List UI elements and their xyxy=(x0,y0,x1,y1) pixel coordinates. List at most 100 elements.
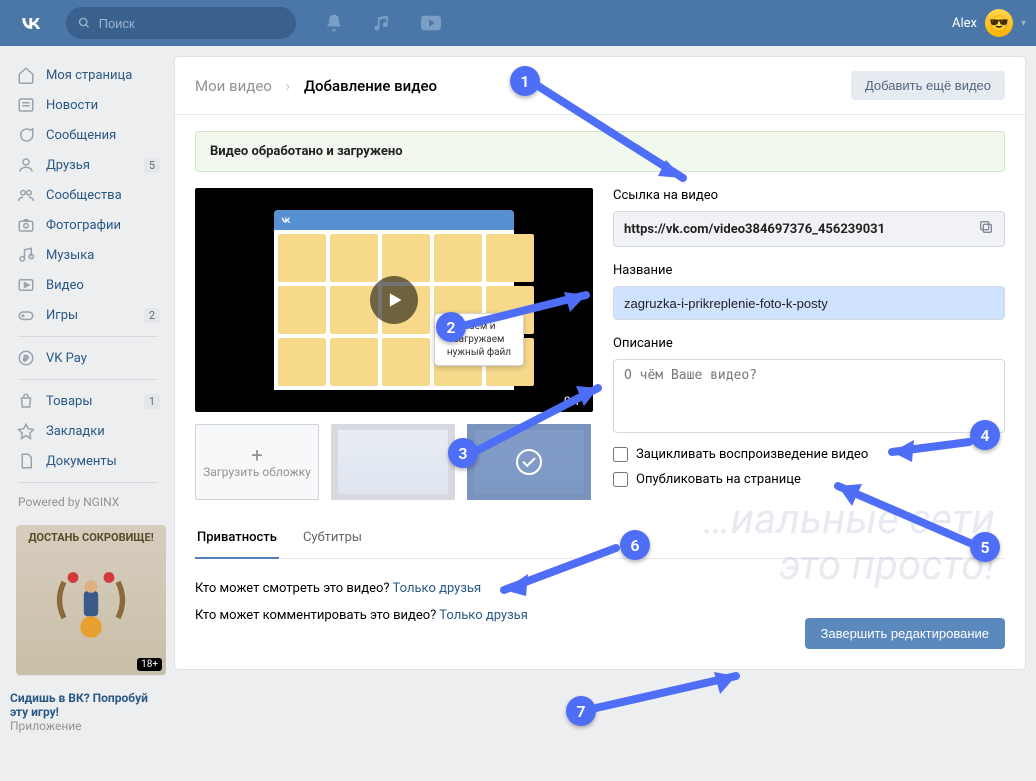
field-label-desc: Описание xyxy=(613,336,1005,351)
sidebar-item-docs[interactable]: Документы xyxy=(8,446,168,476)
description-input[interactable] xyxy=(613,359,1005,433)
breadcrumb-root[interactable]: Мои видео xyxy=(195,77,272,95)
sidebar-item-vkpay[interactable]: ₽ VK Pay xyxy=(8,343,168,373)
powered-by: Powered by NGINX xyxy=(8,489,168,515)
sidebar-item-label: Видео xyxy=(46,278,84,293)
vk-logo[interactable] xyxy=(18,10,44,36)
play-icon[interactable] xyxy=(370,276,418,324)
panel: Мои видео › Добавление видео Добавить ещ… xyxy=(174,56,1026,670)
search-box[interactable] xyxy=(66,7,296,39)
publish-checkbox[interactable] xyxy=(613,472,628,487)
sidebar-item-label: Фотографии xyxy=(46,218,121,233)
form-fields: Ссылка на видео https://vk.com/video3846… xyxy=(613,188,1005,500)
main: Мои видео › Добавление видео Добавить ещ… xyxy=(168,46,1036,741)
form-area: …аем и загружаем нужный файл 0:11 + Загр… xyxy=(175,172,1025,500)
copy-icon[interactable] xyxy=(978,219,994,239)
sidebar-item-bookmarks[interactable]: Закладки xyxy=(8,416,168,446)
upload-thumb-label: Загрузить обложку xyxy=(203,465,311,479)
pay-icon: ₽ xyxy=(16,348,36,368)
sidebar: Моя страница Новости Сообщения Друзья5 С… xyxy=(0,46,168,741)
avatar: 😎 xyxy=(985,9,1013,37)
sidebar-item-friends[interactable]: Друзья5 xyxy=(8,150,168,180)
sidebar-item-videos[interactable]: Видео xyxy=(8,270,168,300)
sidebar-item-messages[interactable]: Сообщения xyxy=(8,120,168,150)
thumbnail-option-selected[interactable] xyxy=(467,424,591,500)
ad-subtitle: Приложение xyxy=(8,719,168,741)
sidebar-separator xyxy=(18,482,158,483)
video-preview-column: …аем и загружаем нужный файл 0:11 + Загр… xyxy=(195,188,593,500)
add-more-video-button[interactable]: Добавить ещё видео xyxy=(851,71,1005,100)
sidebar-badge: 5 xyxy=(144,158,160,173)
title-input[interactable] xyxy=(613,286,1005,320)
ad-banner-title: ДОСТАНЬ СОКРОВИЩЕ! xyxy=(16,531,166,544)
privacy-row-view: Кто может смотреть это видео? Только дру… xyxy=(195,575,1005,602)
sidebar-item-games[interactable]: Игры 2 xyxy=(8,300,168,330)
header-user[interactable]: Alex 😎 ▾ xyxy=(952,9,1026,37)
sidebar-item-market[interactable]: Товары1 xyxy=(8,386,168,416)
sidebar-item-label: Закладки xyxy=(46,424,105,439)
tab-subtitles[interactable]: Субтитры xyxy=(301,530,364,558)
privacy-view-value[interactable]: Только друзья xyxy=(393,581,482,596)
bell-icon[interactable] xyxy=(324,13,344,33)
breadcrumb: Мои видео › Добавление видео xyxy=(195,77,437,95)
privacy-comment-question: Кто может комментировать это видео? xyxy=(195,608,439,623)
panel-header: Мои видео › Добавление видео Добавить ещ… xyxy=(175,57,1025,115)
search-input[interactable] xyxy=(99,16,284,31)
sidebar-badge: 2 xyxy=(144,308,160,323)
sidebar-item-profile[interactable]: Моя страница xyxy=(8,60,168,90)
sidebar-item-label: Сообщества xyxy=(46,188,122,203)
search-icon xyxy=(78,16,91,30)
tab-privacy[interactable]: Приватность xyxy=(195,530,279,559)
svg-text:₽: ₽ xyxy=(24,354,29,363)
chevron-down-icon: ▾ xyxy=(1021,18,1026,29)
sidebar-item-groups[interactable]: Сообщества xyxy=(8,180,168,210)
sidebar-badge: 1 xyxy=(144,394,160,409)
home-icon xyxy=(16,65,36,85)
music-side-icon xyxy=(16,245,36,265)
sidebar-item-label: Документы xyxy=(46,454,117,469)
bag-icon xyxy=(16,391,36,411)
sidebar-item-label: Игры xyxy=(46,308,78,323)
sidebar-separator xyxy=(18,379,158,380)
header: Alex 😎 ▾ xyxy=(0,0,1036,46)
video-tooltip: …аем и загружаем нужный файл xyxy=(434,313,524,366)
video-duration: 0:11 xyxy=(564,394,587,408)
privacy-comment-value[interactable]: Только друзья xyxy=(439,608,528,623)
loop-checkbox-row[interactable]: Зацикливать воспроизведение видео xyxy=(613,447,1005,462)
sidebar-item-label: VK Pay xyxy=(46,351,87,366)
ad-title[interactable]: Сидишь в ВК? Попробуй эту игру! xyxy=(8,685,168,719)
privacy-view-question: Кто может смотреть это видео? xyxy=(195,581,393,596)
groups-icon xyxy=(16,185,36,205)
sidebar-item-photos[interactable]: Фотографии xyxy=(8,210,168,240)
doc-icon xyxy=(16,451,36,471)
user-name: Alex xyxy=(952,16,977,31)
thumbnail-option[interactable] xyxy=(331,424,455,500)
header-icons xyxy=(324,13,442,33)
sidebar-item-label: Музыка xyxy=(46,248,94,263)
sidebar-item-music[interactable]: Музыка xyxy=(8,240,168,270)
video-side-icon xyxy=(16,275,36,295)
video-preview[interactable]: …аем и загружаем нужный файл 0:11 xyxy=(195,188,593,412)
video-link-value: https://vk.com/video384697376_456239031 xyxy=(624,222,885,237)
sidebar-item-news[interactable]: Новости xyxy=(8,90,168,120)
upload-thumbnail[interactable]: + Загрузить обложку xyxy=(195,424,319,500)
field-label-title: Название xyxy=(613,263,1005,278)
friends-icon xyxy=(16,155,36,175)
thumbnail-row: + Загрузить обложку xyxy=(195,424,593,500)
video-header-icon[interactable] xyxy=(420,14,442,32)
tabs: Приватность Субтитры xyxy=(195,530,1005,559)
finish-editing-button[interactable]: Завершить редактирование xyxy=(805,618,1006,649)
loop-checkbox[interactable] xyxy=(613,447,628,462)
field-label-link: Ссылка на видео xyxy=(613,188,1005,203)
check-icon xyxy=(516,449,542,475)
message-icon xyxy=(16,125,36,145)
sidebar-separator xyxy=(18,336,158,337)
publish-checkbox-row[interactable]: Опубликовать на странице xyxy=(613,472,1005,487)
camera-icon xyxy=(16,215,36,235)
alert-success: Видео обработано и загружено xyxy=(195,131,1005,172)
video-link-box[interactable]: https://vk.com/video384697376_456239031 xyxy=(613,211,1005,247)
music-icon[interactable] xyxy=(372,13,392,33)
privacy-settings: Кто может смотреть это видео? Только дру… xyxy=(175,559,1025,669)
age-badge: 18+ xyxy=(137,658,162,671)
ad-card[interactable]: ДОСТАНЬ СОКРОВИЩЕ! 18+ xyxy=(16,525,166,675)
